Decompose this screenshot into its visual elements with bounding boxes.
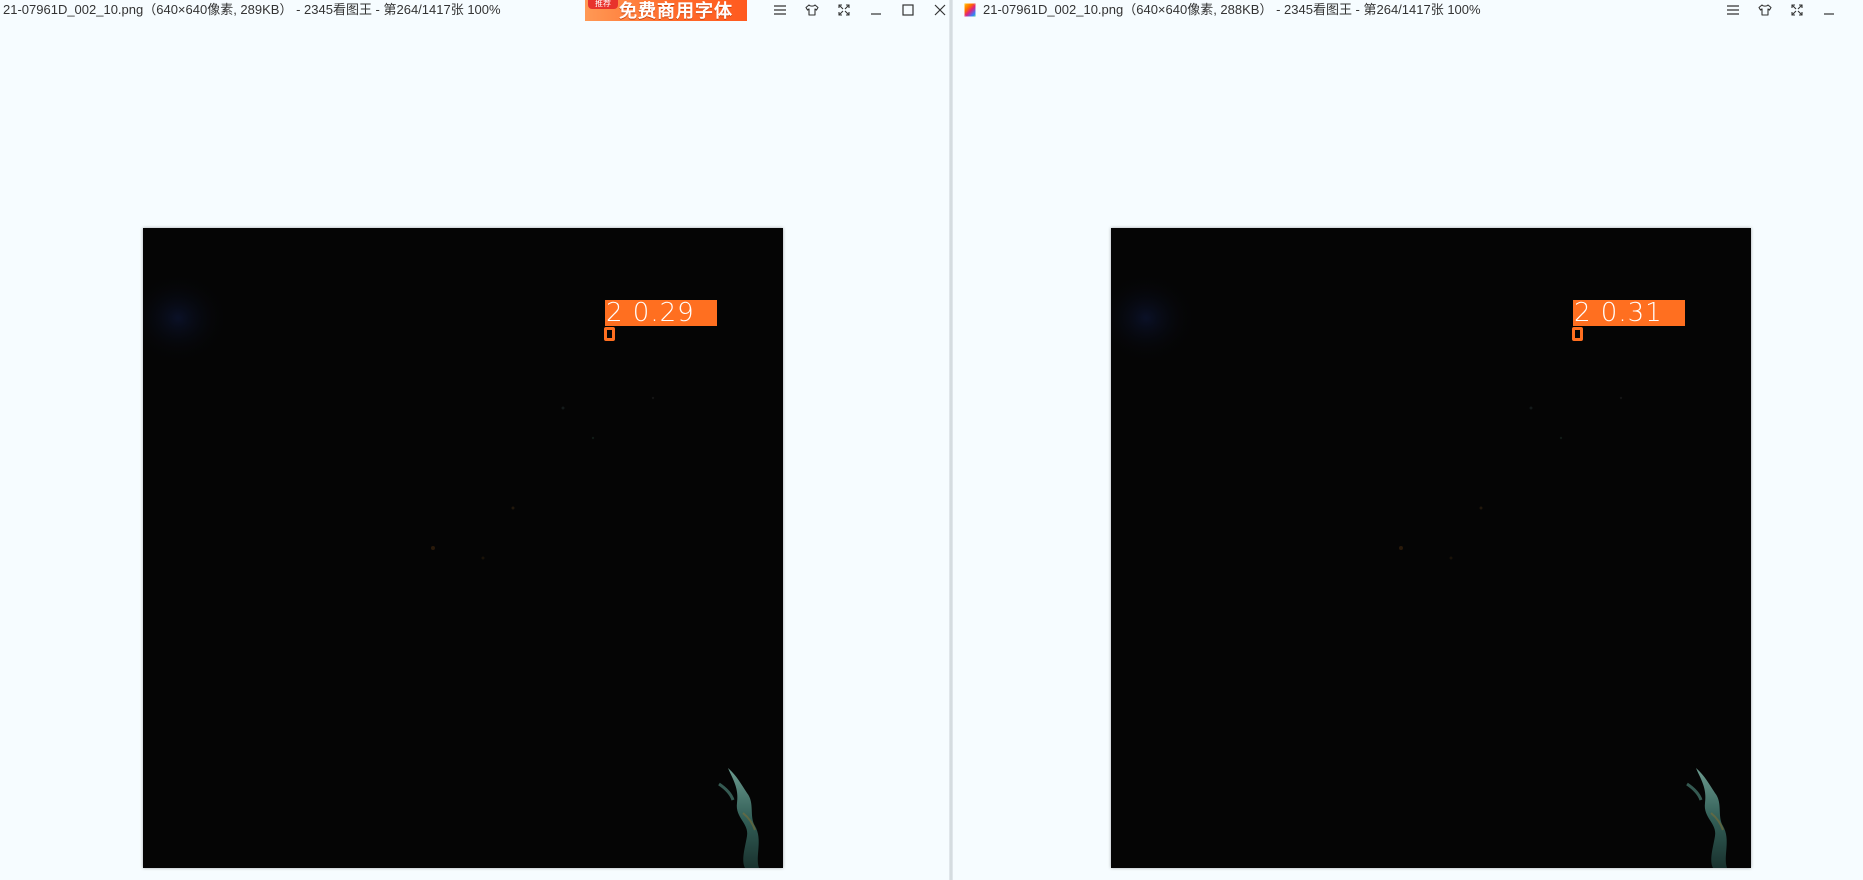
close-icon[interactable] xyxy=(924,0,951,20)
detection-label: 2 0.31 xyxy=(1573,300,1685,326)
fullscreen-icon[interactable] xyxy=(1781,0,1813,20)
app-icon xyxy=(964,3,976,17)
viewer-window-right: 21-07961D_002_10.png（640×640像素, 288KB） -… xyxy=(953,0,1863,880)
window-controls xyxy=(1717,0,1845,20)
detection-box xyxy=(1572,327,1583,341)
menu-icon[interactable] xyxy=(764,0,796,20)
maximize-icon[interactable] xyxy=(892,0,924,20)
minimize-icon[interactable] xyxy=(1813,0,1845,20)
skin-icon[interactable] xyxy=(1749,0,1781,20)
detection-label: 2 0.29 xyxy=(605,300,717,326)
skin-icon[interactable] xyxy=(796,0,828,20)
viewer-window-left: 21-07961D_002_10.png（640×640像素, 289KB） -… xyxy=(0,0,951,880)
image-canvas[interactable]: 2 0.29 xyxy=(143,228,783,868)
ad-banner[interactable]: 推荐 免费商用字体 xyxy=(585,0,747,21)
menu-icon[interactable] xyxy=(1717,0,1749,20)
fullscreen-icon[interactable] xyxy=(828,0,860,20)
ad-text: 免费商用字体 xyxy=(619,0,733,21)
detection-box xyxy=(604,327,615,341)
image-canvas[interactable]: 2 0.31 xyxy=(1111,228,1751,868)
minimize-icon[interactable] xyxy=(860,0,892,20)
window-title: 21-07961D_002_10.png（640×640像素, 288KB） -… xyxy=(983,2,1481,17)
window-title: 21-07961D_002_10.png（640×640像素, 289KB） -… xyxy=(3,2,501,17)
window-controls xyxy=(764,0,951,20)
ad-tag: 推荐 xyxy=(588,0,618,9)
